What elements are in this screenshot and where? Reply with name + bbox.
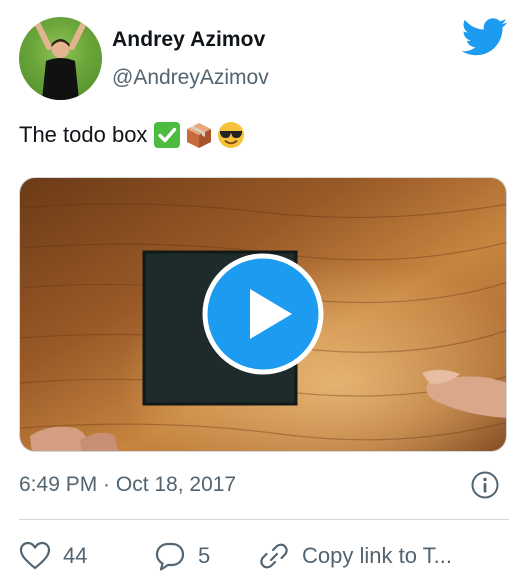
reply-button[interactable]: 5 [154,541,258,571]
reply-count: 5 [198,543,211,568]
like-count: 44 [63,543,88,568]
link-icon [260,543,288,569]
play-icon [202,253,324,375]
tweet-card: Andrey Azimov @AndreyAzimov The todo box [0,0,526,582]
like-button[interactable]: 44 [19,541,154,571]
tweet-actions: 44 5 Copy link to T... [19,538,498,574]
tweet-timestamp[interactable]: 6:49 PM · Oct 18, 2017 [19,473,236,497]
tweet-text: The todo box [19,121,245,149]
video-player[interactable] [19,177,507,452]
author-name[interactable]: Andrey Azimov [112,28,265,52]
tweet-emojis [153,121,245,149]
check-mark-button-emoji [154,122,181,148]
avatar[interactable] [19,17,102,100]
heart-icon [19,541,51,570]
twitter-bird-icon[interactable] [461,18,508,56]
tweet-body: The todo box [19,122,148,147]
package-emoji [187,123,212,148]
reply-bubble-icon [155,542,185,571]
info-icon[interactable] [470,470,500,500]
copy-link-button[interactable]: Copy link to T... [258,541,498,571]
play-button[interactable] [200,251,326,377]
copy-link-label: Copy link to T... [302,543,452,568]
divider [19,519,509,520]
smiling-face-with-sunglasses-emoji [218,122,245,148]
author-handle[interactable]: @AndreyAzimov [112,66,269,90]
